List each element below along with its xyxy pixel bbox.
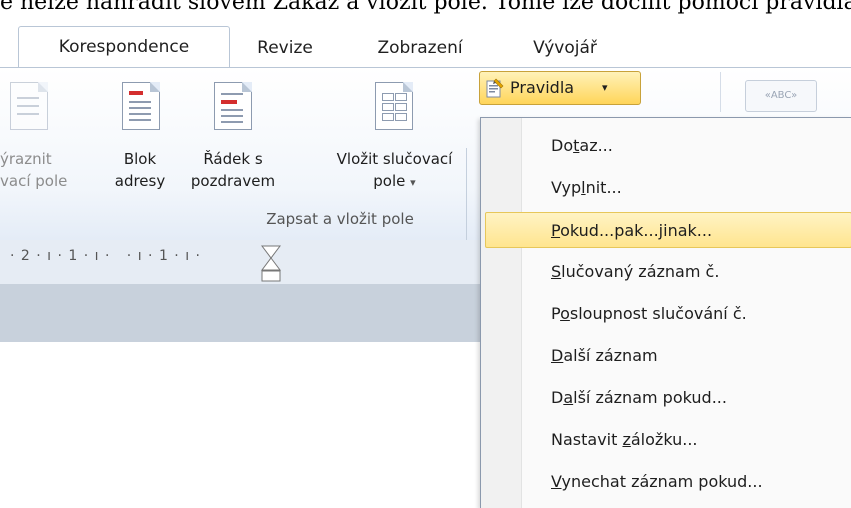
menu-item-pokud-pak-jinak[interactable]: Pokud...pak...jinak... — [485, 212, 851, 248]
menu-item-label: Nastavit záložku... — [551, 430, 698, 449]
group-label-write-insert-fields: Zapsat a vložit pole — [266, 210, 414, 228]
menu-item-vyplnit[interactable]: Vyplnit... — [485, 170, 851, 206]
highlight-merge-fields-button[interactable]: ýraznit vací pole — [0, 78, 95, 208]
tab-vyvojar[interactable]: Vývojář — [515, 28, 615, 68]
highlight-merge-fields-label-1: ýraznit — [0, 150, 52, 168]
address-block-button[interactable]: Blok adresy — [100, 78, 180, 208]
rules-button[interactable]: Pravidla ▾ — [479, 71, 641, 105]
greeting-line-icon — [214, 82, 252, 130]
rules-dropdown-menu: Dotaz... Vyplnit... Pokud...pak...jinak.… — [480, 117, 851, 508]
rules-icon — [486, 78, 504, 98]
menu-item-dalsi-zaznam-pokud[interactable]: Další záznam pokud... — [485, 380, 851, 416]
document-icon — [10, 82, 48, 130]
address-block-label-1: Blok — [123, 150, 157, 168]
toolbar-separator — [720, 72, 721, 112]
menu-item-label: Dotaz... — [551, 136, 613, 155]
menu-item-posloupnost[interactable]: Posloupnost slučování č. — [485, 296, 851, 332]
menu-item-nastavit-zalozku[interactable]: Nastavit záložku... — [485, 422, 851, 458]
insert-merge-field-label-2-text: pole — [373, 172, 406, 190]
document-text-line: e nelze nahradit slovem Zákaz a vložit p… — [0, 0, 851, 15]
tab-zobrazeni[interactable]: Zobrazení — [355, 28, 485, 68]
menu-item-label: Pokud...pak...jinak... — [551, 221, 713, 240]
tab-revize[interactable]: Revize — [240, 28, 330, 68]
insert-merge-field-button[interactable]: Vložit slučovací pole ▾ — [312, 78, 477, 208]
greeting-line-label-2: pozdravem — [190, 172, 276, 190]
rules-label: Pravidla — [510, 78, 575, 97]
rules-dropdown-caret-icon: ▾ — [602, 81, 608, 94]
document-area[interactable] — [0, 342, 480, 507]
indent-marker-icon[interactable] — [260, 244, 282, 284]
menu-item-slucovany-zaznam[interactable]: Slučovaný záznam č. — [485, 254, 851, 290]
ruler-background — [0, 284, 480, 342]
horizontal-ruler[interactable]: · 2 · ı · 1 · ı · · ı · 1 · ı · — [0, 240, 480, 285]
menu-item-label: Vyplnit... — [551, 178, 622, 197]
tab-korespondence[interactable]: Korespondence — [18, 26, 230, 69]
greeting-line-label-1: Řádek s — [203, 150, 263, 168]
insert-merge-field-icon — [375, 82, 413, 130]
menu-item-label: Posloupnost slučování č. — [551, 304, 747, 323]
insert-merge-field-label-1: Vložit slučovací — [336, 150, 453, 168]
insert-merge-field-label-2: pole ▾ — [312, 170, 477, 194]
dropdown-caret-icon: ▾ — [410, 176, 416, 189]
address-block-icon — [122, 82, 160, 130]
menu-item-dotaz[interactable]: Dotaz... — [485, 128, 851, 164]
address-block-label-2: adresy — [114, 172, 166, 190]
menu-item-label: Další záznam — [551, 346, 658, 365]
highlight-merge-fields-label-2: vací pole — [0, 172, 68, 190]
greeting-line-button[interactable]: Řádek s pozdravem — [183, 78, 283, 208]
ribbon-tab-strip: Korespondence Revize Zobrazení Vývojář — [0, 18, 851, 69]
ruler-ticks: · 2 · ı · 1 · ı · · ı · 1 · ı · — [10, 248, 201, 264]
menu-item-label: Další záznam pokud... — [551, 388, 727, 407]
menu-item-label: Vynechat záznam pokud... — [551, 472, 763, 491]
preview-results-button[interactable]: «ABC» — [745, 80, 817, 112]
menu-item-label: Slučovaný záznam č. — [551, 262, 720, 281]
menu-item-vynechat-zaznam[interactable]: Vynechat záznam pokud... — [485, 464, 851, 500]
menu-item-dalsi-zaznam[interactable]: Další záznam — [485, 338, 851, 374]
